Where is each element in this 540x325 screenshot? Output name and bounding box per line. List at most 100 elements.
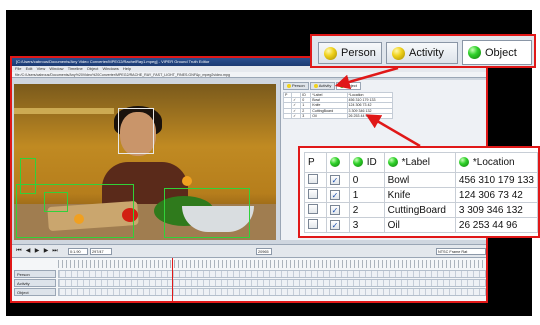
visible-checkbox[interactable]: ✓: [330, 204, 341, 215]
track-label: Activity: [14, 279, 56, 287]
p-checkbox[interactable]: [308, 173, 318, 184]
frame-field[interactable]: 0:1.90: [68, 248, 88, 255]
mini-tab-object[interactable]: Object: [336, 82, 361, 90]
cell-location[interactable]: 124 306 73 42: [454, 187, 538, 203]
tab-label: Person: [341, 47, 376, 59]
timeline[interactable]: Person Activity Object: [12, 258, 486, 301]
cell-id: 1: [348, 187, 385, 203]
mini-tab-person[interactable]: Person: [283, 82, 309, 90]
track-person[interactable]: Person: [12, 270, 486, 278]
green-ball-icon: [352, 157, 363, 168]
menu-view[interactable]: View: [37, 66, 46, 71]
cell-visible[interactable]: ✓: [326, 217, 350, 233]
cell-visible[interactable]: ✓: [326, 202, 350, 218]
cell-p[interactable]: [303, 187, 328, 203]
object-table: P ID *Label *Location ✓ 0 Bowl 456 310 1…: [303, 152, 538, 233]
mini-table-row[interactable]: ✓ 3 Oil 26 253 44 96: [282, 112, 394, 119]
p-checkbox[interactable]: [308, 203, 318, 214]
header-p[interactable]: P: [303, 152, 328, 173]
object-row[interactable]: ✓ 0 Bowl 456 310 179 133: [303, 172, 538, 188]
track-lane[interactable]: [58, 270, 486, 278]
timeline-playhead[interactable]: [172, 258, 173, 301]
header-label-label: *Label: [401, 157, 430, 168]
yellow-ball-icon: [324, 46, 337, 60]
total-frames-field[interactable]: 297/47: [90, 248, 112, 255]
slide: [C:/Users/cabrous/Documents/Any Video Co…: [0, 0, 540, 325]
file-path-bar: file:/C:/Users/cabrous/Documents/Any%20V…: [12, 72, 486, 78]
header-label[interactable]: *Label: [383, 152, 456, 173]
step-back-icon[interactable]: ◀: [25, 248, 31, 254]
mini-cell-label[interactable]: Oil: [310, 112, 348, 119]
mini-cell-location[interactable]: 26 253 44 96: [346, 112, 394, 119]
tab-object[interactable]: Object: [462, 40, 532, 65]
play-icon[interactable]: ▶: [34, 248, 40, 254]
cell-label[interactable]: Bowl: [383, 172, 456, 188]
object-table-header: P ID *Label *Location: [303, 152, 538, 173]
mini-cell-id: 3: [300, 112, 312, 119]
oil-bbox[interactable]: [20, 158, 36, 194]
yellow-ball-icon: [287, 84, 291, 88]
mini-cell-check[interactable]: ✓: [291, 112, 302, 119]
p-checkbox[interactable]: [308, 188, 318, 199]
menu-windows[interactable]: Windows: [102, 66, 118, 71]
p-checkbox[interactable]: [308, 218, 318, 229]
video-frame[interactable]: [14, 84, 276, 240]
header-id[interactable]: ID: [348, 152, 385, 173]
menu-edit[interactable]: Edit: [26, 66, 33, 71]
cell-location[interactable]: 3 309 346 132: [454, 202, 538, 218]
cell-location[interactable]: 456 310 179 133: [454, 172, 538, 188]
menu-help[interactable]: Help: [123, 66, 131, 71]
skip-end-icon[interactable]: ⏭: [52, 248, 58, 254]
menu-object[interactable]: Object: [87, 66, 99, 71]
tab-person[interactable]: Person: [318, 42, 382, 64]
cell-location[interactable]: 26 253 44 96: [454, 217, 538, 233]
header-visible[interactable]: [326, 152, 350, 173]
cell-visible[interactable]: ✓: [326, 187, 350, 203]
frame-rate-field[interactable]: NTSC Frame Rat: [436, 248, 486, 255]
menu-file[interactable]: File: [15, 66, 21, 71]
green-ball-icon: [468, 46, 481, 59]
step-forward-icon[interactable]: ▶: [43, 248, 49, 254]
yellow-ball-icon: [313, 84, 318, 88]
mini-cell-p[interactable]: [282, 112, 293, 119]
header-location[interactable]: *Location: [454, 152, 538, 173]
cell-label[interactable]: Knife: [383, 187, 456, 203]
track-lane[interactable]: [58, 288, 486, 296]
orange: [182, 176, 192, 186]
knife-bbox[interactable]: [44, 192, 68, 212]
green-ball-icon: [387, 157, 398, 168]
tab-activity[interactable]: Activity: [386, 42, 458, 64]
mini-object-table: P ID *Label *Location ✓ 0 Bowl 456 310 1…: [282, 91, 394, 119]
mini-tab-activity[interactable]: Activity: [309, 82, 336, 90]
visible-checkbox[interactable]: ✓: [330, 174, 341, 185]
object-row[interactable]: ✓ 3 Oil 26 253 44 96: [303, 217, 538, 233]
menu-timeline[interactable]: Timeline: [68, 66, 83, 71]
person-face-bbox[interactable]: [118, 108, 154, 154]
cell-visible[interactable]: ✓: [326, 172, 350, 188]
cell-p[interactable]: [303, 202, 328, 218]
cell-p[interactable]: [303, 217, 328, 233]
track-label: Object: [14, 288, 56, 296]
center-frame-field[interactable]: 20965: [256, 248, 272, 255]
cell-p[interactable]: [303, 172, 328, 188]
track-lane[interactable]: [58, 279, 486, 287]
object-row[interactable]: ✓ 2 CuttingBoard 3 309 346 132: [303, 202, 538, 218]
visible-checkbox[interactable]: ✓: [330, 189, 341, 200]
timeline-ruler[interactable]: [58, 260, 486, 268]
track-activity[interactable]: Activity: [12, 279, 486, 287]
mini-tab-label: Activity: [318, 83, 332, 88]
mini-tab-strip: Person Activity Object: [283, 82, 361, 90]
green-ball-icon: [330, 157, 341, 168]
bowl-bbox[interactable]: [164, 188, 250, 238]
object-row[interactable]: ✓ 1 Knife 124 306 73 42: [303, 187, 538, 203]
menu-window[interactable]: Window: [49, 66, 63, 71]
visible-checkbox[interactable]: ✓: [330, 219, 341, 230]
cell-id: 3: [348, 217, 385, 233]
cell-label[interactable]: Oil: [383, 217, 456, 233]
header-location-label: *Location: [472, 157, 515, 168]
tab-label: Activity: [409, 47, 444, 59]
mini-tab-label: Person: [292, 83, 305, 88]
skip-start-icon[interactable]: ⏮: [16, 248, 22, 254]
cell-label[interactable]: CuttingBoard: [383, 202, 456, 218]
track-object[interactable]: Object: [12, 288, 486, 296]
